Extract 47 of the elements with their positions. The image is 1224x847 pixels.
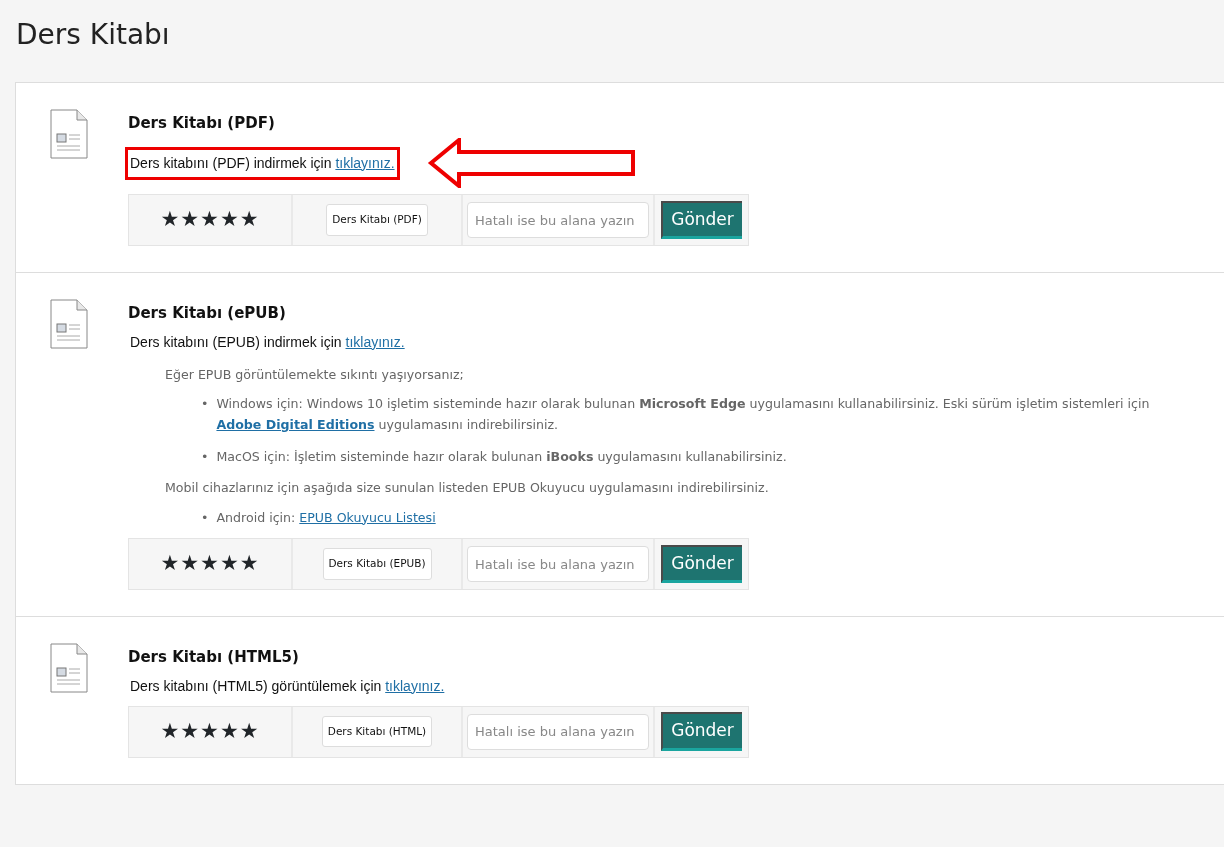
list-item-text: MacOS için: İşletim sisteminde hazır olarak bulunan iBooks uygulamasını kullanabilirsiniz.: [216, 447, 787, 466]
page-title: Ders Kitabı: [16, 18, 171, 52]
description-text: Ders kitabını (PDF) indirmek için tıklayınız.: [128, 149, 397, 177]
document-icon: [50, 643, 88, 694]
star-icon[interactable]: ★: [219, 551, 240, 576]
star-icon[interactable]: ★: [239, 207, 260, 232]
document-icon: [50, 108, 88, 159]
star-icon[interactable]: ★: [160, 207, 181, 232]
star-icon[interactable]: ★: [160, 551, 181, 576]
submit-button[interactable]: Gönder: [661, 712, 742, 751]
submit-button[interactable]: Gönder: [661, 200, 742, 240]
document-icon: [50, 299, 88, 350]
submit-button[interactable]: Gönder: [661, 544, 742, 584]
list-item-text: Windows için: Windows 10 işletim sisteminde hazır olarak bulunan Microsoft Edge uygulamasını kullanabilirsiniz. Eski sürüm işletim sistemleri için Adobe Digital Editions uygulamasını indirebilirsiniz.: [216, 395, 1151, 435]
resource-title: Ders Kitabı (PDF): [128, 112, 276, 134]
bullet: •: [201, 447, 209, 466]
description-text: Ders kitabını (EPUB) indirmek için tıklayınız.: [129, 332, 406, 352]
resource-name-field: Ders Kitabı (EPUB): [322, 548, 432, 580]
star-icon[interactable]: ★: [219, 207, 240, 232]
feedback-input[interactable]: Hatalı ise bu alana yazın: [467, 202, 649, 239]
feedback-input[interactable]: Hatalı ise bu alana yazın: [467, 713, 649, 750]
download-link[interactable]: tıklayınız.: [345, 333, 405, 350]
download-link[interactable]: tıklayınız.: [335, 154, 395, 171]
feedback-input[interactable]: Hatalı ise bu alana yazın: [467, 546, 649, 583]
download-link[interactable]: tıklayınız.: [385, 677, 445, 694]
star-icon[interactable]: ★: [219, 718, 240, 743]
bullet: •: [201, 395, 209, 413]
star-icon[interactable]: ★: [200, 718, 220, 743]
resource-title: Ders Kitabı (HTML5): [128, 647, 300, 669]
note-text: Mobil cihazlarınız için aşağıda size sunulan listeden EPUB Okuyucu uygulamasını indirebilirsiniz.: [165, 479, 770, 498]
star-icon[interactable]: ★: [239, 718, 260, 743]
star-icon[interactable]: ★: [180, 551, 201, 576]
resource-title: Ders Kitabı (ePUB): [128, 303, 287, 325]
star-icon[interactable]: ★: [180, 207, 201, 232]
star-icon[interactable]: ★: [200, 551, 220, 576]
bullet: •: [201, 508, 209, 527]
note-text: Eğer EPUB görüntülemekte sıkıntı yaşıyorsanız;: [165, 365, 465, 384]
star-icon[interactable]: ★: [180, 718, 201, 743]
resource-name-field: Ders Kitabı (HTML): [321, 715, 433, 748]
star-icon[interactable]: ★: [200, 207, 220, 232]
resource-name-field: Ders Kitabı (PDF): [326, 204, 428, 236]
star-icon[interactable]: ★: [160, 718, 181, 743]
description-text: Ders kitabını (HTML5) görüntülemek için tıklayınız.: [129, 676, 446, 696]
link[interactable]: Adobe Digital Editions: [216, 417, 375, 433]
star-icon[interactable]: ★: [239, 551, 260, 576]
link[interactable]: EPUB Okuyucu Listesi: [299, 509, 436, 525]
list-item-text: Android için: EPUB Okuyucu Listesi: [216, 508, 436, 527]
